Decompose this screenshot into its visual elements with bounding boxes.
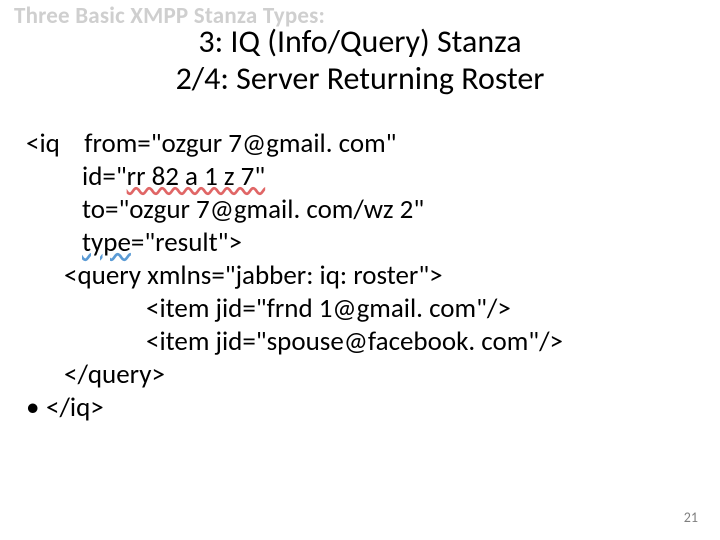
attr-to: to="ozgur 7@gmail. com/wz 2": [82, 193, 424, 226]
slide: Three Basic XMPP Stanza Types: 3: IQ (In…: [0, 0, 720, 540]
page-number: 21: [684, 509, 698, 526]
item-2: <item jid="spouse@facebook. com"/>: [146, 325, 563, 358]
code-line-5: <query xmlns="jabber: iq: roster">: [26, 260, 696, 293]
code-block: <iq from="ozgur 7@gmail. com" id="rr 82 …: [26, 128, 696, 424]
code-line-4: type="result">: [26, 227, 696, 260]
iq-open-tag: <iq: [26, 127, 60, 160]
attr-from: from="ozgur 7@gmail. com": [84, 127, 396, 160]
item-1: <item jid="frnd 1@gmail. com"/>: [146, 292, 511, 325]
slide-title: 3: IQ (Info/Query) Stanza 2/4: Server Re…: [0, 24, 720, 98]
code-line-6: <item jid="frnd 1@gmail. com"/>: [26, 293, 696, 326]
code-line-7: <item jid="spouse@facebook. com"/>: [26, 326, 696, 359]
code-line-3: to="ozgur 7@gmail. com/wz 2": [26, 194, 696, 227]
code-line-1: <iq from="ozgur 7@gmail. com": [26, 128, 696, 161]
bullet-dot: •: [26, 392, 46, 425]
attr-id-prefix: id=": [82, 160, 127, 193]
code-line-2: id="rr 82 a 1 z 7": [26, 161, 696, 194]
query-close: </query>: [64, 358, 165, 391]
code-line-8: </query>: [26, 359, 696, 392]
title-line-2: 2/4: Server Returning Roster: [0, 61, 720, 98]
title-line-1: 3: IQ (Info/Query) Stanza: [0, 24, 720, 61]
code-line-9: • </iq>: [26, 392, 696, 425]
attr-id-value: rr 82 a 1 z 7": [127, 160, 266, 193]
query-open: <query xmlns="jabber: iq: roster">: [64, 259, 443, 292]
iq-close-tag: </iq>: [46, 392, 104, 425]
attr-type-rest: ="result">: [131, 226, 242, 259]
attr-type-key: type: [82, 226, 131, 259]
